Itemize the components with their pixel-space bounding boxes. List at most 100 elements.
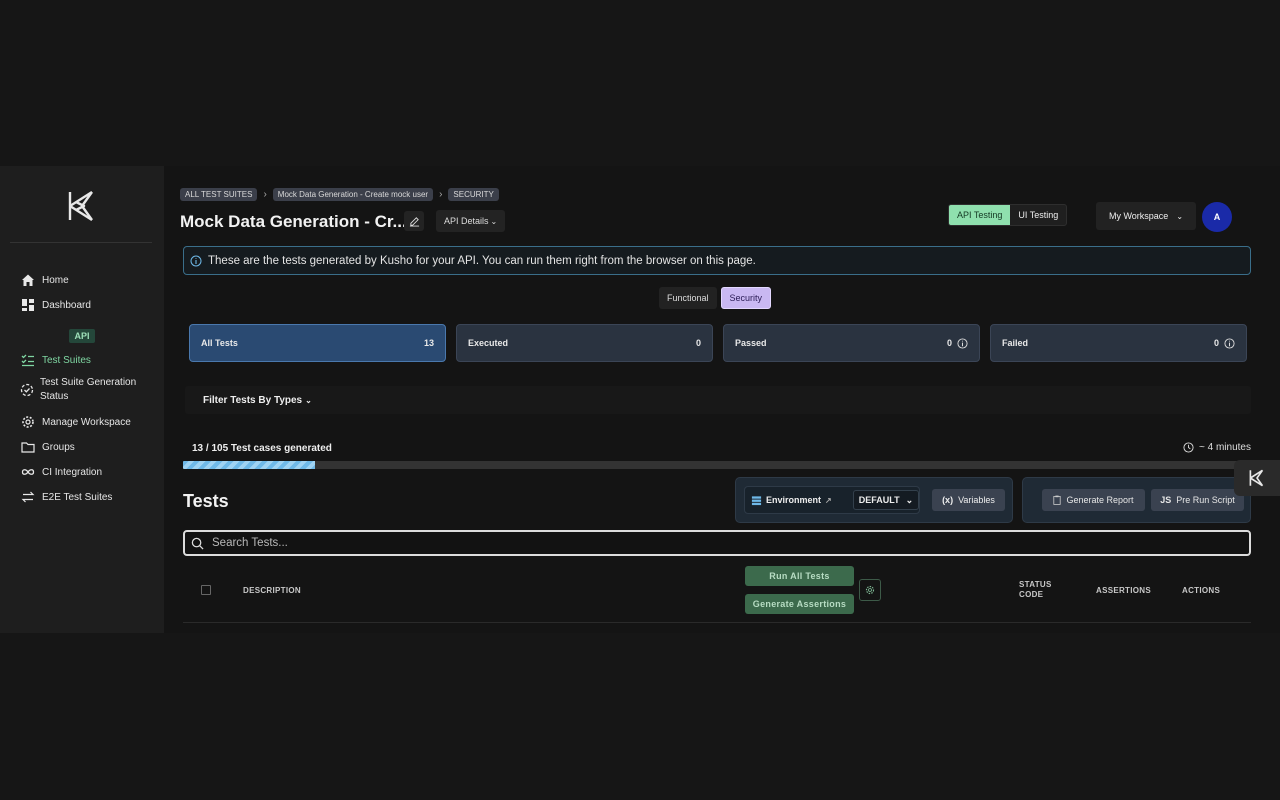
api-details-label: API Details [444,216,489,226]
filter-tests-dropdown[interactable]: Filter Tests By Types ⌄ [185,386,1251,414]
filter-label: Filter Tests By Types [203,394,303,406]
floating-kusho-widget[interactable] [1234,460,1280,496]
stat-value: 0 [946,338,952,348]
sidebar-item-label: Dashboard [42,299,91,311]
breadcrumb-separator-icon: › [263,189,267,200]
info-icon [1224,337,1235,349]
settings-button[interactable] [859,579,881,601]
variables-button[interactable]: (x) Variables [932,489,1005,511]
stat-label: Failed [1002,338,1029,348]
api-section-badge: API [69,329,95,343]
sidebar-item-groups[interactable]: Groups [20,439,75,455]
sidebar-item-label: Test Suites [42,354,91,366]
progress-fill [183,461,316,469]
testing-mode-toggle: API Testing UI Testing [948,204,1068,226]
gear-icon [865,585,875,595]
chevron-down-icon: ⌄ [305,395,312,405]
report-panel: Generate Report JS Pre Run Script [1022,477,1251,523]
dashboard-icon [20,297,36,313]
test-type-toggle: Functional Security [659,287,772,309]
eta-text: ~ 4 minutes [1199,442,1251,453]
generation-status-text: 13 / 105 Test cases generated [192,443,332,454]
tests-table-header: DESCRIPTION Run All Tests Generate Asser… [183,566,1251,623]
sidebar-item-home[interactable]: Home [20,272,69,288]
select-all-checkbox[interactable] [201,585,211,595]
stat-card-all-tests[interactable]: All Tests 13 [189,324,446,362]
environment-panel: Environment ↗ DEFAULT ⌄ (x) Variables [735,477,1013,523]
sidebar-item-label: E2E Test Suites [42,491,113,503]
stat-value: 13 [423,338,434,348]
ui-testing-button[interactable]: UI Testing [1010,205,1066,225]
chevron-down-icon: ⌄ [1176,211,1184,221]
sidebar-item-test-suites[interactable]: Test Suites [20,352,91,368]
info-message: These are the tests generated by Kusho f… [208,254,756,267]
variables-label: Variables [958,495,995,505]
column-assertions: ASSERTIONS [1096,586,1152,595]
chevron-down-icon: ⌄ [490,216,498,226]
stat-value: 0 [1213,338,1219,348]
sidebar-item-generation-status[interactable]: Test Suite Generation Status [20,376,140,404]
breadcrumb-all-test-suites[interactable]: ALL TEST SUITES [180,188,258,201]
sidebar-item-label: Home [42,274,69,286]
server-icon [751,495,762,505]
progress-circle-icon [20,382,34,398]
api-testing-button[interactable]: API Testing [949,205,1011,225]
stat-card-executed[interactable]: Executed 0 [456,324,713,362]
kusho-logo-icon[interactable] [62,186,102,226]
sidebar-item-dashboard[interactable]: Dashboard [20,297,91,313]
edit-title-button[interactable] [404,211,424,231]
stat-value: 0 [695,338,701,348]
search-tests-field[interactable] [183,530,1251,556]
external-link-icon[interactable]: ↗ [825,496,832,505]
tests-heading: Tests [183,491,229,511]
sidebar-item-label: Manage Workspace [42,416,131,428]
generate-report-button[interactable]: Generate Report [1042,489,1145,511]
stat-card-failed[interactable]: Failed 0 [990,324,1247,362]
column-description: DESCRIPTION [243,586,301,595]
edit-icon [409,216,419,227]
breadcrumb: ALL TEST SUITES › Mock Data Generation -… [180,188,499,201]
sidebar-item-ci-integration[interactable]: CI Integration [20,464,102,480]
environment-select[interactable]: DEFAULT ⌄ [853,490,919,510]
environment-control: Environment ↗ DEFAULT ⌄ [744,486,920,514]
security-tab[interactable]: Security [720,287,772,309]
infinity-icon [20,464,36,480]
functional-tab[interactable]: Functional [659,287,717,309]
column-actions: ACTIONS [1182,586,1221,595]
stat-card-passed[interactable]: Passed 0 [723,324,980,362]
variables-icon: (x) [942,495,954,505]
stat-label: All Tests [201,338,238,348]
breadcrumb-separator-icon: › [439,189,443,200]
generation-progress-bar [183,461,1251,469]
generate-assertions-button[interactable]: Generate Assertions [745,594,854,614]
javascript-icon: JS [1160,495,1172,505]
sidebar-item-label: Groups [42,441,75,453]
api-details-dropdown[interactable]: API Details ⌄ [436,210,506,232]
search-input[interactable] [212,537,1112,549]
main-content: ALL TEST SUITES › Mock Data Generation -… [164,166,1280,633]
breadcrumb-security[interactable]: SECURITY [448,188,499,201]
folder-icon [20,439,36,455]
home-icon [20,272,36,288]
sidebar-item-e2e-test-suites[interactable]: E2E Test Suites [20,489,112,505]
sidebar-item-label: CI Integration [42,466,103,478]
environment-label[interactable]: Environment [766,495,821,505]
generation-eta: ~ 4 minutes [1183,442,1251,453]
sidebar-item-manage-workspace[interactable]: Manage Workspace [20,414,131,430]
pre-run-script-label: Pre Run Script [1176,495,1235,505]
info-banner: These are the tests generated by Kusho f… [183,246,1251,275]
column-status-code: STATUS CODE [1019,580,1052,599]
environment-value: DEFAULT [858,495,900,505]
run-all-tests-button[interactable]: Run All Tests [745,566,854,586]
sidebar-item-label: Test Suite Generation Status [40,377,137,402]
search-icon [191,537,204,550]
breadcrumb-suite[interactable]: Mock Data Generation - Create mock user [272,188,434,201]
workspace-dropdown[interactable]: My Workspace ⌄ [1096,202,1196,230]
pre-run-script-button[interactable]: JS Pre Run Script [1151,489,1244,511]
avatar[interactable]: A [1202,202,1232,232]
sidebar-divider [10,242,152,243]
checklist-icon [20,352,36,368]
chevron-down-icon: ⌄ [905,494,914,505]
clipboard-icon [1053,495,1062,505]
stat-label: Passed [735,338,767,348]
